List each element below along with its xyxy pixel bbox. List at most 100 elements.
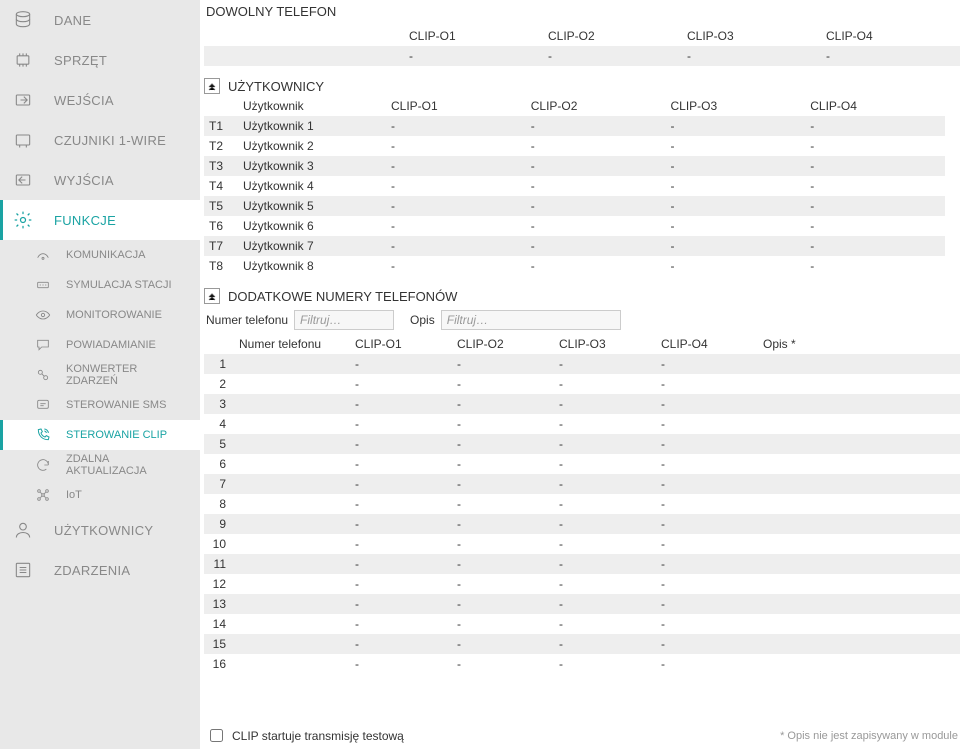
cell[interactable]: - bbox=[656, 634, 758, 654]
table-row[interactable]: T5Użytkownik 5---- bbox=[204, 196, 960, 216]
table-row[interactable]: 9---- bbox=[204, 514, 960, 534]
table-row[interactable]: 7---- bbox=[204, 474, 960, 494]
nav-item-dane[interactable]: DANE bbox=[0, 0, 200, 40]
cell-phone[interactable] bbox=[234, 634, 350, 654]
cell[interactable]: - bbox=[554, 474, 656, 494]
cell-user[interactable]: Użytkownik 1 bbox=[238, 116, 386, 136]
cell-desc[interactable] bbox=[758, 494, 960, 514]
cell-desc[interactable] bbox=[758, 614, 960, 634]
cell[interactable]: - bbox=[554, 554, 656, 574]
cell[interactable]: - bbox=[554, 594, 656, 614]
cell[interactable]: - bbox=[656, 374, 758, 394]
cell-phone[interactable] bbox=[234, 514, 350, 534]
cell-phone[interactable] bbox=[234, 654, 350, 674]
cell[interactable]: - bbox=[656, 514, 758, 534]
nav-item-wyjscia[interactable]: WYJŚCIA bbox=[0, 160, 200, 200]
cell-desc[interactable] bbox=[758, 374, 960, 394]
cell[interactable]: - bbox=[404, 46, 543, 66]
sub-item-iot[interactable]: IoT bbox=[0, 480, 200, 510]
cell-desc[interactable] bbox=[758, 594, 960, 614]
sub-item-konwerter[interactable]: KONWERTER ZDARZEŃ bbox=[0, 360, 200, 390]
cell[interactable]: - bbox=[656, 354, 758, 374]
cell[interactable]: - bbox=[350, 654, 452, 674]
cell-phone[interactable] bbox=[234, 494, 350, 514]
numbers-scroll-area[interactable]: 1----2----3----4----5----6----7----8----… bbox=[204, 354, 960, 694]
cell[interactable]: - bbox=[452, 594, 554, 614]
cell[interactable]: - bbox=[452, 394, 554, 414]
cell[interactable]: - bbox=[350, 614, 452, 634]
cell[interactable]: - bbox=[543, 46, 682, 66]
cell[interactable]: - bbox=[350, 554, 452, 574]
cell[interactable]: - bbox=[666, 256, 806, 276]
clip-test-checkbox[interactable] bbox=[210, 729, 223, 742]
cell[interactable]: - bbox=[554, 494, 656, 514]
cell-user[interactable]: Użytkownik 7 bbox=[238, 236, 386, 256]
cell-user[interactable]: Użytkownik 5 bbox=[238, 196, 386, 216]
cell[interactable]: - bbox=[386, 216, 526, 236]
cell-user[interactable]: Użytkownik 6 bbox=[238, 216, 386, 236]
cell[interactable]: - bbox=[805, 236, 945, 256]
cell-phone[interactable] bbox=[234, 534, 350, 554]
cell-user[interactable]: Użytkownik 8 bbox=[238, 256, 386, 276]
cell[interactable]: - bbox=[656, 474, 758, 494]
cell[interactable]: - bbox=[386, 196, 526, 216]
table-row[interactable]: T3Użytkownik 3---- bbox=[204, 156, 960, 176]
cell[interactable]: - bbox=[666, 136, 806, 156]
cell[interactable]: - bbox=[554, 374, 656, 394]
table-row[interactable]: 4---- bbox=[204, 414, 960, 434]
cell[interactable]: - bbox=[682, 46, 821, 66]
table-row[interactable]: 14---- bbox=[204, 614, 960, 634]
cell[interactable]: - bbox=[350, 634, 452, 654]
cell[interactable]: - bbox=[526, 156, 666, 176]
cell[interactable]: - bbox=[526, 236, 666, 256]
cell[interactable]: - bbox=[350, 494, 452, 514]
cell[interactable]: - bbox=[656, 594, 758, 614]
cell[interactable]: - bbox=[350, 574, 452, 594]
cell[interactable]: - bbox=[666, 156, 806, 176]
cell[interactable]: - bbox=[554, 574, 656, 594]
filter-desc-input[interactable] bbox=[441, 310, 621, 330]
cell-desc[interactable] bbox=[758, 394, 960, 414]
cell[interactable]: - bbox=[452, 414, 554, 434]
cell[interactable]: - bbox=[526, 216, 666, 236]
collapse-icon[interactable] bbox=[204, 78, 220, 94]
cell[interactable]: - bbox=[350, 534, 452, 554]
cell-desc[interactable] bbox=[758, 634, 960, 654]
cell[interactable]: - bbox=[350, 434, 452, 454]
cell[interactable]: - bbox=[452, 574, 554, 594]
table-row[interactable]: 2---- bbox=[204, 374, 960, 394]
cell[interactable]: - bbox=[656, 654, 758, 674]
sub-item-powiadamianie[interactable]: POWIADAMIANIE bbox=[0, 330, 200, 360]
cell[interactable]: - bbox=[526, 136, 666, 156]
cell-desc[interactable] bbox=[758, 414, 960, 434]
cell-desc[interactable] bbox=[758, 434, 960, 454]
cell[interactable]: - bbox=[350, 374, 452, 394]
cell[interactable]: - bbox=[656, 494, 758, 514]
cell[interactable]: - bbox=[452, 434, 554, 454]
table-row[interactable]: 8---- bbox=[204, 494, 960, 514]
cell-user[interactable]: Użytkownik 4 bbox=[238, 176, 386, 196]
sub-item-symulacja[interactable]: SYMULACJA STACJI bbox=[0, 270, 200, 300]
nav-item-czujniki[interactable]: CZUJNIKI 1-WIRE bbox=[0, 120, 200, 160]
table-row[interactable]: 13---- bbox=[204, 594, 960, 614]
cell[interactable]: - bbox=[805, 216, 945, 236]
cell[interactable]: - bbox=[656, 554, 758, 574]
cell[interactable]: - bbox=[452, 534, 554, 554]
cell[interactable]: - bbox=[554, 434, 656, 454]
cell[interactable]: - bbox=[554, 654, 656, 674]
sub-item-clip[interactable]: STEROWANIE CLIP bbox=[0, 420, 200, 450]
cell[interactable]: - bbox=[656, 414, 758, 434]
cell[interactable]: - bbox=[386, 236, 526, 256]
cell[interactable]: - bbox=[386, 156, 526, 176]
collapse-icon[interactable] bbox=[204, 288, 220, 304]
sub-item-komunikacja[interactable]: KOMUNIKACJA bbox=[0, 240, 200, 270]
cell-phone[interactable] bbox=[234, 374, 350, 394]
cell[interactable]: - bbox=[452, 354, 554, 374]
cell-desc[interactable] bbox=[758, 554, 960, 574]
cell[interactable]: - bbox=[526, 196, 666, 216]
table-row[interactable]: 6---- bbox=[204, 454, 960, 474]
cell-phone[interactable] bbox=[234, 414, 350, 434]
cell[interactable]: - bbox=[386, 176, 526, 196]
cell[interactable]: - bbox=[554, 614, 656, 634]
cell[interactable]: - bbox=[452, 454, 554, 474]
